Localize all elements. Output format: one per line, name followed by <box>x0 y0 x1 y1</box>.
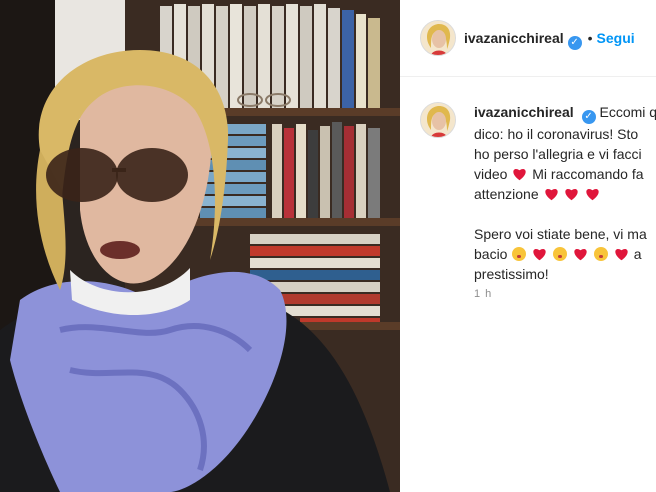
caption-line-5: attenzione <box>474 184 656 204</box>
verified-badge-icon: ✓ <box>581 110 596 124</box>
caption-text-raccomando: Mi raccomando fa <box>532 166 644 182</box>
red-heart-icon <box>586 188 599 201</box>
post-panel: ivazanicchireal ✓ • Segui ivazanicchireal ✓ … <box>400 0 656 492</box>
post-video[interactable] <box>0 0 400 492</box>
caption-text-a: a <box>633 246 642 262</box>
caption-author-avatar[interactable] <box>420 102 456 138</box>
red-heart-icon <box>615 248 628 261</box>
post-timestamp[interactable]: 1 h <box>474 288 492 300</box>
caption-text-line: Eccomi q <box>599 104 656 120</box>
red-heart-icon <box>565 188 579 201</box>
caption-line-3: ho perso l'allegria e vi facci <box>474 146 642 162</box>
caption-line-7: bacio a <box>474 244 656 264</box>
caption-username[interactable]: ivazanicchireal <box>474 104 574 120</box>
caption-text-attenzione: attenzione <box>474 186 539 202</box>
separator-dot: • <box>587 30 593 46</box>
kissing-face-icon <box>553 247 568 261</box>
author-avatar[interactable] <box>420 20 456 56</box>
caption-text-bacio: bacio <box>474 246 508 262</box>
red-heart-icon <box>574 248 587 261</box>
post-header: ivazanicchireal ✓ • Segui <box>400 0 656 77</box>
caption-text-video: video <box>474 166 508 182</box>
red-heart-icon <box>544 188 558 201</box>
video-frame <box>0 0 400 492</box>
caption-line-2: dico: ho il coronavirus! Sto <box>474 126 639 142</box>
caption-line-4: video Mi raccomando fa <box>474 164 656 184</box>
header-line: ivazanicchireal ✓ • Segui <box>464 30 635 50</box>
caption-line-1: ivazanicchireal ✓ Eccomi q <box>474 102 656 124</box>
caption-line-6: Spero voi stiate bene, vi ma <box>474 226 647 242</box>
author-username[interactable]: ivazanicchireal <box>464 30 564 46</box>
caption-text: ivazanicchireal ✓ Eccomi q dico: ho il co… <box>474 102 656 284</box>
red-heart-icon <box>513 168 527 181</box>
kissing-face-icon <box>593 247 608 261</box>
verified-badge-icon: ✓ <box>567 36 582 50</box>
kissing-face-icon <box>512 247 527 261</box>
red-heart-icon <box>533 248 546 261</box>
follow-button[interactable]: Segui <box>597 30 635 46</box>
caption-line-8: prestissimo! <box>474 266 549 282</box>
